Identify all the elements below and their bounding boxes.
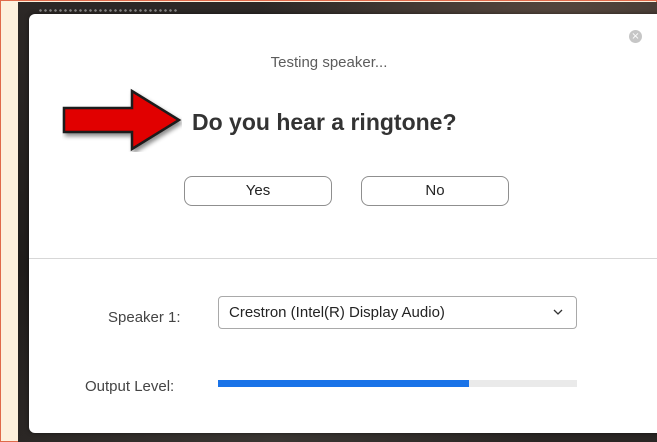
output-level-fill: [218, 380, 470, 387]
no-button[interactable]: No: [361, 176, 509, 206]
close-icon[interactable]: ×: [629, 30, 642, 43]
output-level-meter: [218, 380, 577, 387]
yes-button[interactable]: Yes: [184, 176, 332, 206]
speaker-select[interactable]: Crestron (Intel(R) Display Audio): [218, 296, 577, 329]
speaker-selected-value: Crestron (Intel(R) Display Audio): [229, 304, 445, 321]
chevron-down-icon: [553, 309, 563, 315]
status-text: Testing speaker...: [270, 54, 388, 71]
section-divider: [29, 258, 657, 259]
question-heading: Do you hear a ringtone?: [192, 109, 457, 135]
red-arrow-icon: [62, 88, 182, 152]
speaker-label: Speaker 1:: [108, 309, 181, 326]
speaker-test-dialog: × Testing speaker... Do you hear a ringt…: [29, 14, 657, 433]
output-level-label: Output Level:: [85, 378, 175, 395]
